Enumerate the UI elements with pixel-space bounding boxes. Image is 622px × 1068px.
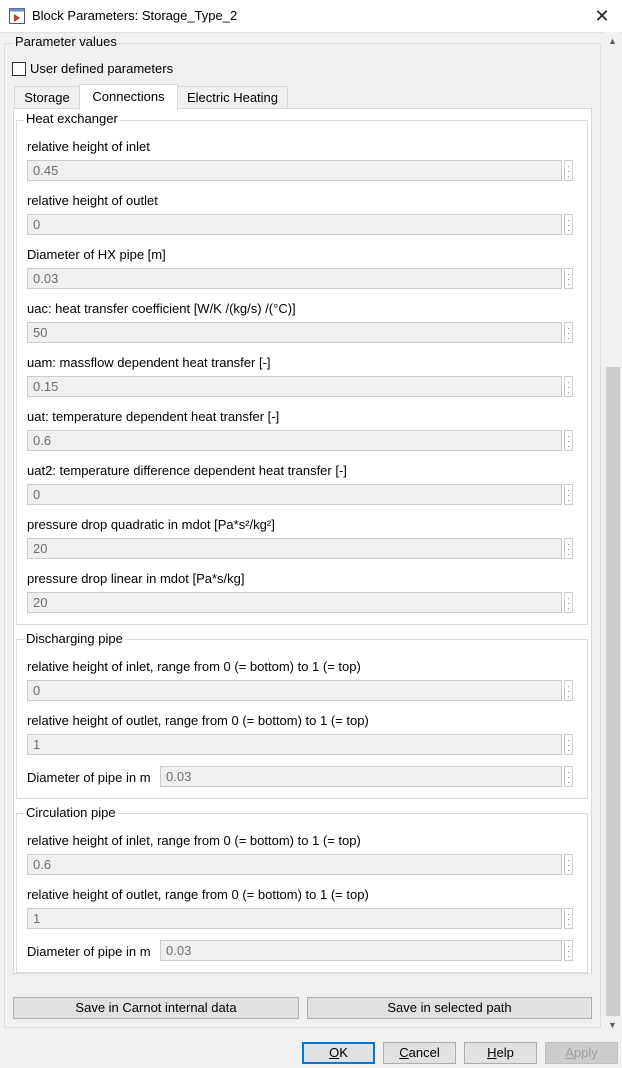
pressure-drop-linear-field[interactable]: 20 — [27, 592, 562, 613]
circ-outlet-label: relative height of outlet, range from 0 … — [27, 887, 369, 902]
circ-inlet-label: relative height of inlet, range from 0 (… — [27, 833, 361, 848]
apply-label-rest: pply — [573, 1045, 598, 1060]
scroll-up-icon[interactable]: ▲ — [604, 34, 621, 48]
pressure-drop-quadratic-label: pressure drop quadratic in mdot [Pa*s²/k… — [27, 517, 275, 532]
dis-diameter-label: Diameter of pipe in m — [27, 770, 151, 785]
hx-outlet-field[interactable]: 0 — [27, 214, 562, 235]
scroll-thumb[interactable] — [606, 367, 620, 1016]
hx-diameter-label: Diameter of HX pipe [m] — [27, 247, 166, 262]
parameter-values-title: Parameter values — [13, 34, 119, 49]
help-mnemonic: H — [487, 1045, 497, 1060]
circulation-pipe-title: Circulation pipe — [24, 805, 118, 820]
uat-more-icon[interactable]: · · · — [564, 430, 573, 451]
discharging-pipe-title: Discharging pipe — [24, 631, 125, 646]
user-defined-checkbox[interactable] — [12, 62, 26, 76]
circ-diameter-label: Diameter of pipe in m — [27, 944, 151, 959]
apply-mnemonic: A — [565, 1045, 574, 1060]
hx-inlet-field[interactable]: 0.45 — [27, 160, 562, 181]
uat-field[interactable]: 0.6 — [27, 430, 562, 451]
window-title: Block Parameters: Storage_Type_2 — [32, 8, 238, 23]
uat-label: uat: temperature dependent heat transfer… — [27, 409, 280, 424]
uam-field[interactable]: 0.15 — [27, 376, 562, 397]
dis-diameter-more-icon[interactable]: · · · — [564, 766, 573, 787]
hx-outlet-more-icon[interactable]: · · · — [564, 214, 573, 235]
circ-inlet-field[interactable]: 0.6 — [27, 854, 562, 875]
cancel-mnemonic: C — [399, 1045, 409, 1060]
close-icon[interactable]: ✕ — [588, 4, 616, 28]
uat2-field[interactable]: 0 — [27, 484, 562, 505]
dis-outlet-field[interactable]: 1 — [27, 734, 562, 755]
uam-more-icon[interactable]: · · · — [564, 376, 573, 397]
cancel-button[interactable]: Cancel — [383, 1042, 456, 1064]
uac-more-icon[interactable]: · · · — [564, 322, 573, 343]
ok-button[interactable]: OK — [302, 1042, 375, 1064]
dis-inlet-field[interactable]: 0 — [27, 680, 562, 701]
cancel-label-rest: ancel — [408, 1045, 440, 1060]
dis-outlet-label: relative height of outlet, range from 0 … — [27, 713, 369, 728]
save-carnot-internal-button[interactable]: Save in Carnot internal data — [13, 997, 299, 1019]
scroll-down-icon[interactable]: ▼ — [604, 1018, 621, 1032]
hx-outlet-label: relative height of outlet — [27, 193, 158, 208]
help-label-rest: elp — [496, 1045, 514, 1060]
uam-label: uam: massflow dependent heat transfer [-… — [27, 355, 271, 370]
pressure-drop-linear-more-icon[interactable]: · · · — [564, 592, 573, 613]
apply-button[interactable]: Apply — [545, 1042, 618, 1064]
pressure-drop-quadratic-field[interactable]: 20 — [27, 538, 562, 559]
hx-diameter-field[interactable]: 0.03 — [27, 268, 562, 289]
circ-diameter-more-icon[interactable]: · · · — [564, 940, 573, 961]
heat-exchanger-title: Heat exchanger — [24, 111, 120, 126]
circ-outlet-field[interactable]: 1 — [27, 908, 562, 929]
tab-storage[interactable]: Storage — [14, 86, 80, 109]
circ-inlet-more-icon[interactable]: · · · — [564, 854, 573, 875]
dis-outlet-more-icon[interactable]: · · · — [564, 734, 573, 755]
dis-inlet-label: relative height of inlet, range from 0 (… — [27, 659, 361, 674]
circ-diameter-field[interactable]: 0.03 — [160, 940, 562, 961]
tab-connections[interactable]: Connections — [79, 84, 178, 110]
hx-diameter-more-icon[interactable]: · · · — [564, 268, 573, 289]
user-defined-label[interactable]: User defined parameters — [30, 61, 173, 76]
uat2-more-icon[interactable]: · · · — [564, 484, 573, 505]
circ-outlet-more-icon[interactable]: · · · — [564, 908, 573, 929]
uac-field[interactable]: 50 — [27, 322, 562, 343]
hx-inlet-more-icon[interactable]: · · · — [564, 160, 573, 181]
simulink-block-icon — [9, 8, 25, 24]
ok-label-rest: K — [339, 1045, 348, 1060]
uac-label: uac: heat transfer coefficient [W/K /(kg… — [27, 301, 296, 316]
dis-diameter-field[interactable]: 0.03 — [160, 766, 562, 787]
pressure-drop-linear-label: pressure drop linear in mdot [Pa*s/kg] — [27, 571, 245, 586]
save-selected-path-button[interactable]: Save in selected path — [307, 997, 592, 1019]
pressure-drop-quadratic-more-icon[interactable]: · · · — [564, 538, 573, 559]
ok-mnemonic: O — [329, 1045, 340, 1060]
dis-inlet-more-icon[interactable]: · · · — [564, 680, 573, 701]
tab-electric-heating[interactable]: Electric Heating — [177, 86, 288, 109]
uat2-label: uat2: temperature difference dependent h… — [27, 463, 347, 478]
hx-inlet-label: relative height of inlet — [27, 139, 150, 154]
help-button[interactable]: Help — [464, 1042, 537, 1064]
